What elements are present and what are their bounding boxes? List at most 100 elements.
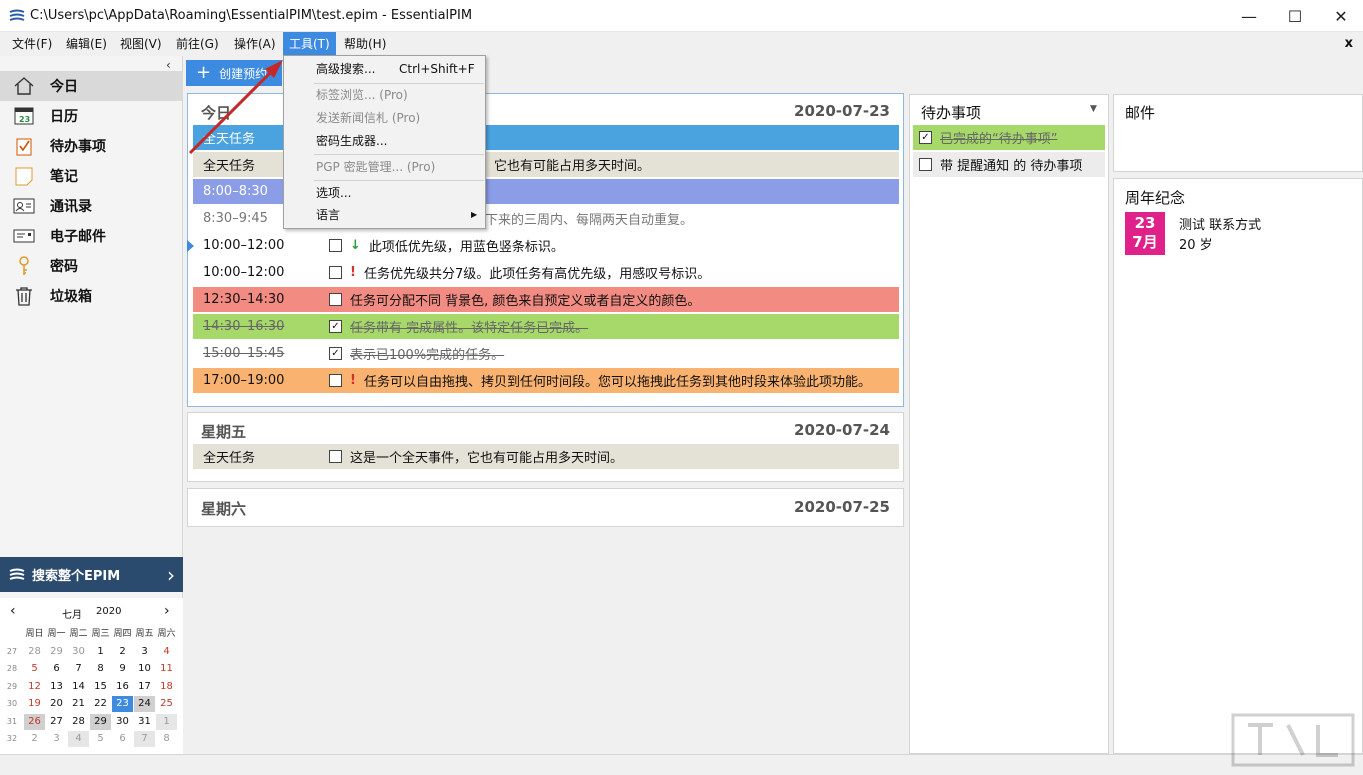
calendar-day[interactable]: 12 [24,679,45,695]
event-row[interactable]: 10:00–12:00 ↓ 此项低优先级，用蓝色竖条标识。 [193,233,899,258]
task-checkbox[interactable] [329,450,342,463]
new-appointment-button[interactable]: + 创建预约 [186,60,282,86]
calendar-day[interactable]: 10 [134,661,155,677]
calendar-day[interactable]: 29 [90,713,111,730]
menu-help[interactable]: 帮助(H) [338,32,392,56]
search-epim-label: 搜索整个EPIM [32,569,121,584]
sidebar-item-notes[interactable]: 笔记 [0,161,183,191]
calendar-day[interactable]: 11 [156,661,177,677]
event-row[interactable]: 15:00–15:45 ✓ 表示已100%完成的任务。 [193,341,899,366]
calendar-day[interactable]: 17 [134,679,155,695]
event-row[interactable]: 14:30–16:30 ✓ 任务带有 完成属性。该特定任务已完成。 [193,314,899,339]
calendar-day[interactable]: 3 [134,644,155,660]
calendar-day[interactable]: 31 [134,714,155,730]
menu-item-password-generator[interactable]: 密码生成器... [285,130,485,152]
menu-view[interactable]: 视图(V) [114,32,168,56]
todo-item[interactable]: 带 提醒通知 的 待办事项 [913,152,1105,177]
calendar-day[interactable]: 23 [112,696,133,712]
calendar-day[interactable]: 26 [24,713,45,730]
menu-bar: 文件(F) 编辑(E) 视图(V) 前往(G) 操作(A) 工具(T) 帮助(H… [0,32,1363,56]
dropdown-arrow-icon[interactable]: ▼ [1090,104,1097,114]
calendar-day[interactable]: 5 [90,731,111,747]
task-checkbox[interactable]: ✓ [329,320,342,333]
calendar-day[interactable]: 8 [156,731,177,747]
calendar-day[interactable]: 7 [68,661,89,677]
calendar-day[interactable]: 24 [134,696,155,712]
sidebar-item-passwords[interactable]: 密码 [0,251,183,281]
calendar-day[interactable]: 4 [68,731,89,747]
calendar-day[interactable]: 29 [46,644,67,660]
menu-item-advanced-search[interactable]: 高级搜索... Ctrl+Shift+F [285,58,485,80]
calendar-day[interactable]: 25 [156,696,177,712]
calendar-day[interactable]: 19 [24,696,45,712]
calendar-day[interactable]: 7 [134,731,155,747]
menu-item-send-newsletter[interactable]: 发送新闻信札 (Pro) [285,107,485,129]
sidebar-item-todo[interactable]: 待办事项 [0,131,183,161]
calendar-day[interactable]: 2 [112,644,133,660]
calendar-day[interactable]: 8 [90,661,111,677]
calendar-day[interactable]: 5 [24,661,45,677]
next-month-button[interactable]: › [164,603,170,619]
close-window-button[interactable]: ✕ [1318,0,1363,32]
calendar-day[interactable]: 9 [112,661,133,677]
close-pane-button[interactable]: x [1345,36,1353,51]
sidebar-item-trash[interactable]: 垃圾箱 [0,281,183,311]
menu-item-pgp-manager[interactable]: PGP 密匙管理... (Pro) [285,156,485,178]
event-time: 10:00–12:00 [203,238,285,253]
email-icon [12,225,36,247]
calendar-day[interactable]: 2 [24,731,45,747]
menu-file[interactable]: 文件(F) [6,32,58,56]
calendar-day[interactable]: 6 [46,661,67,677]
calendar-day[interactable]: 18 [156,679,177,695]
search-epim-button[interactable]: 搜索整个EPIM › [0,557,183,592]
maximize-button[interactable]: ☐ [1272,0,1318,32]
task-checkbox[interactable] [329,293,342,306]
task-checkbox[interactable]: ✓ [329,347,342,360]
event-row[interactable]: 12:30–14:30 任务可分配不同 背景色, 颜色来自预定义或者自定义的颜色。 [193,287,899,312]
calendar-day[interactable]: 13 [46,679,67,695]
calendar-day[interactable]: 6 [112,731,133,747]
menu-item-tag-browser[interactable]: 标签浏览... (Pro) [285,84,485,106]
event-row[interactable]: 全天任务 这是一个全天事件，它也有可能占用多天时间。 [193,444,899,469]
todo-checkbox[interactable] [919,158,932,171]
calendar-day[interactable]: 14 [68,679,89,695]
todo-item[interactable]: ✓ 已完成的“待办事项” [913,125,1105,150]
calendar-day[interactable]: 16 [112,679,133,695]
sidebar-item-calendar[interactable]: 23 日历 [0,101,183,131]
todo-checkbox[interactable]: ✓ [919,131,932,144]
menu-tools[interactable]: 工具(T) [283,32,336,56]
calendar-day[interactable]: 22 [90,696,111,712]
prev-month-button[interactable]: ‹ [10,603,16,619]
anniversary-contact[interactable]: 测试 联系方式 [1179,214,1261,233]
sidebar-item-email[interactable]: 电子邮件 [0,221,183,251]
calendar-day[interactable]: 15 [90,679,111,695]
calendar-day[interactable]: 1 [90,644,111,660]
event-row[interactable]: 10:00–12:00! 任务优先级共分7级。此项任务有高优先级，用感叹号标识。 [193,260,899,285]
menu-actions[interactable]: 操作(A) [228,32,282,56]
calendar-day[interactable]: 28 [24,644,45,660]
event-row[interactable]: 17:00–19:00! 任务可以自由拖拽、拷贝到任何时间段。您可以拖拽此任务到其… [193,368,899,393]
calendar-day[interactable]: 1 [156,713,177,730]
menu-edit[interactable]: 编辑(E) [60,32,113,56]
task-checkbox[interactable] [329,266,342,279]
calendar-day[interactable]: 30 [68,644,89,660]
calendar-day[interactable]: 28 [68,714,89,730]
calendar-day[interactable]: 30 [112,714,133,730]
collapse-sidebar-icon[interactable]: ‹ [166,58,171,72]
todo-title[interactable]: 待办事项 [921,102,981,123]
sidebar-item-today[interactable]: 今日 [0,71,183,101]
menu-item-language[interactable]: 语言 ▶ [285,204,485,226]
menu-item-options[interactable]: 选项... [285,182,485,204]
sidebar-item-contacts[interactable]: 通讯录 [0,191,183,221]
calendar-day[interactable]: 3 [46,731,67,747]
minimize-button[interactable]: — [1226,0,1272,32]
calendar-month[interactable]: 七月 [62,606,82,621]
calendar-day[interactable]: 4 [156,644,177,660]
calendar-year[interactable]: 2020 [96,606,121,617]
calendar-day[interactable]: 21 [68,696,89,712]
calendar-day[interactable]: 27 [46,714,67,730]
task-checkbox[interactable] [329,239,342,252]
calendar-day[interactable]: 20 [46,696,67,712]
menu-goto[interactable]: 前往(G) [170,32,225,56]
task-checkbox[interactable] [329,374,342,387]
